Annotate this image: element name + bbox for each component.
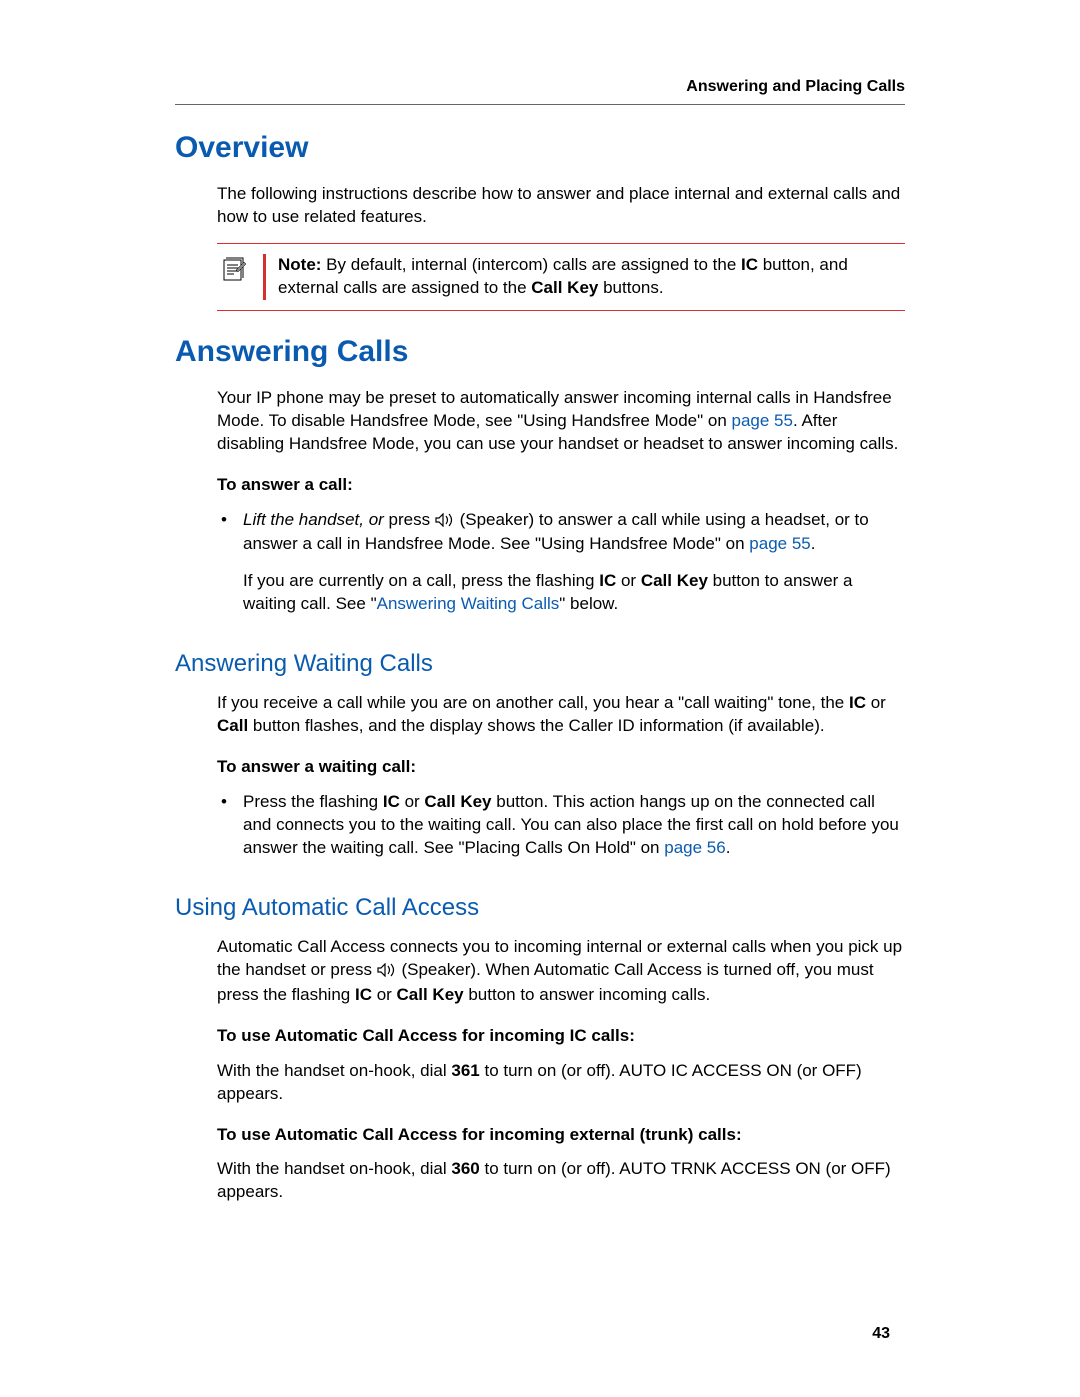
overview-paragraph: The following instructions describe how … — [217, 183, 905, 229]
answering-body: Your IP phone may be preset to automatic… — [217, 387, 905, 617]
task-answer-waiting: To answer a waiting call: — [217, 756, 905, 779]
heading-automatic-call-access: Using Automatic Call Access — [175, 894, 905, 922]
waiting-body: If you receive a call while you are on a… — [217, 692, 905, 860]
header-rule — [175, 104, 905, 105]
link-answering-waiting[interactable]: Answering Waiting Calls — [377, 594, 560, 613]
auto-body: Automatic Call Access connects you to in… — [217, 936, 905, 1204]
running-header: Answering and Placing Calls — [175, 78, 905, 96]
answer-call-steps: Lift the handset, or press (Speaker) to … — [217, 509, 905, 617]
link-page-56[interactable]: page 56 — [664, 838, 725, 857]
page: Answering and Placing Calls Overview The… — [0, 0, 1080, 1397]
bullet-subparagraph: If you are currently on a call, press th… — [243, 570, 905, 616]
speaker-icon — [435, 511, 455, 534]
waiting-steps: Press the flashing IC or Call Key button… — [217, 791, 905, 860]
heading-answering-calls: Answering Calls — [175, 335, 905, 369]
task-answer-call: To answer a call: — [217, 474, 905, 497]
overview-body: The following instructions describe how … — [217, 183, 905, 311]
note-box: Note: By default, internal (intercom) ca… — [217, 243, 905, 311]
note-icon — [222, 256, 246, 282]
list-item: Press the flashing IC or Call Key button… — [239, 791, 905, 860]
answering-paragraph: Your IP phone may be preset to automatic… — [217, 387, 905, 456]
link-page-55-b[interactable]: page 55 — [749, 534, 810, 553]
auto-paragraph-2: With the handset on-hook, dial 361 to tu… — [217, 1060, 905, 1106]
auto-paragraph-3: With the handset on-hook, dial 360 to tu… — [217, 1158, 905, 1204]
link-page-55[interactable]: page 55 — [732, 411, 793, 430]
heading-answering-waiting: Answering Waiting Calls — [175, 650, 905, 678]
list-item: Lift the handset, or press (Speaker) to … — [239, 509, 905, 617]
waiting-paragraph: If you receive a call while you are on a… — [217, 692, 905, 738]
speaker-icon — [377, 961, 397, 984]
heading-overview: Overview — [175, 131, 905, 165]
task-auto-ic: To use Automatic Call Access for incomin… — [217, 1025, 905, 1048]
note-bar — [263, 254, 266, 300]
page-number: 43 — [872, 1325, 890, 1343]
note-label: Note: — [278, 255, 321, 274]
note-text: Note: By default, internal (intercom) ca… — [278, 254, 905, 300]
auto-paragraph-1: Automatic Call Access connects you to in… — [217, 936, 905, 1007]
note-icon-cell — [217, 254, 251, 300]
task-auto-external: To use Automatic Call Access for incomin… — [217, 1124, 905, 1147]
